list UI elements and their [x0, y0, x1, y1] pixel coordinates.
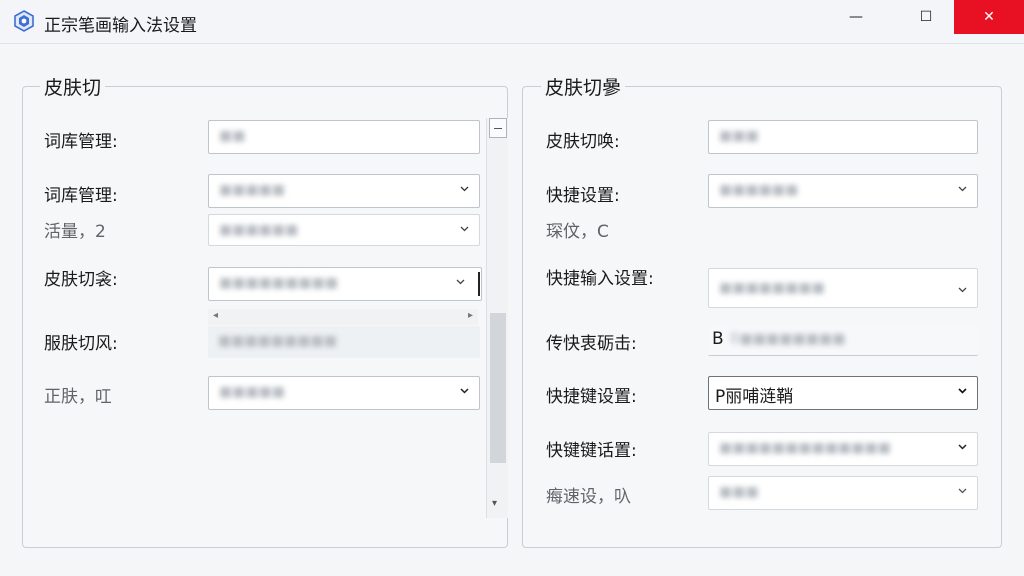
vertical-scrollbar[interactable]: ▾ — [486, 118, 508, 518]
right-dropdown-1[interactable]: ■■■■■■ — [708, 174, 978, 208]
left-label-5: 服肤切风: — [44, 334, 118, 354]
field-value: ■■■ — [719, 484, 759, 500]
right-label-5: 传快衷砺击: — [546, 334, 637, 354]
close-button[interactable]: ✕ — [954, 0, 1024, 34]
chevron-down-icon — [958, 444, 967, 450]
left-label-4: 皮肤切衾: — [44, 270, 118, 290]
field-value: ■■ — [219, 128, 246, 144]
field-value: B■■■■■■■■ — [730, 331, 846, 347]
chevron-down-icon — [958, 186, 967, 192]
chevron-down-icon — [460, 226, 469, 232]
window-title: 正宗笔画输入法设置 — [44, 16, 197, 36]
scroll-up-button[interactable] — [489, 118, 507, 138]
right-dropdown-5[interactable]: ■■■ — [708, 476, 978, 510]
right-label-1: 皮肤切唤: — [546, 132, 620, 152]
field-value: ■■■ — [719, 128, 759, 144]
right-label-3: 琛伩，C — [546, 222, 609, 242]
right-label-2: 快捷设置: — [546, 186, 620, 206]
right-dropdown-3[interactable]: P丽哺涟鞘 — [708, 376, 978, 410]
field-value: P丽哺涟鞘 — [715, 387, 794, 407]
field-prefix: B — [712, 329, 724, 349]
chevron-down-icon — [958, 488, 967, 494]
field-value: ■■■■■■ — [219, 222, 299, 238]
chevron-down-icon — [460, 186, 469, 192]
scroll-left-icon[interactable]: ◂ — [213, 310, 218, 321]
right-dropdown-4[interactable]: ■■■■■■■■■■■■■ — [708, 432, 978, 466]
left-label-6: 正肤，叿 — [44, 387, 112, 407]
left-group-title: 皮肤切 — [40, 73, 106, 100]
field-value: ■■■■■■■■■■■■■ — [719, 440, 891, 456]
field-value: ■■■■■■■■■ — [218, 333, 338, 349]
field-value: ■■■■■ — [219, 384, 286, 400]
field-value: ■■■■■■■■■ — [219, 275, 339, 291]
chevron-down-icon — [958, 287, 967, 293]
right-label-4: 快捷输入设置: — [546, 269, 654, 289]
right-text-field-2[interactable]: B B■■■■■■■■ — [708, 326, 978, 356]
text-cursor — [478, 272, 480, 296]
left-text-field-1[interactable]: ■■ — [208, 120, 480, 154]
left-dropdown-2[interactable]: ■■■■■■ — [208, 214, 480, 246]
right-label-8: 痗速设，叺 — [546, 487, 631, 507]
left-label-3: 活量，2 — [44, 222, 106, 242]
field-value: ■■■■■■■■ — [719, 280, 825, 296]
right-text-field-1[interactable]: ■■■ — [708, 120, 978, 154]
horizontal-scrollbar[interactable]: ◂ ▸ — [208, 309, 478, 325]
chevron-down-icon — [456, 279, 465, 285]
app-logo-icon — [14, 10, 34, 32]
maximize-button[interactable]: ☐ — [900, 0, 952, 34]
scroll-down-icon[interactable]: ▾ — [492, 498, 497, 509]
left-dropdown-4[interactable]: ■■■■■ — [208, 376, 480, 410]
left-dropdown-1[interactable]: ■■■■■ — [208, 174, 480, 208]
left-label-2: 词库管理: — [44, 186, 118, 206]
field-value: ■■■■■■ — [719, 182, 799, 198]
left-text-field-2[interactable]: ■■■■■■■■■ — [208, 326, 480, 358]
left-dropdown-3[interactable]: ■■■■■■■■■ — [208, 267, 482, 301]
title-bar: 正宗笔画输入法设置 — ☐ ✕ — [0, 0, 1024, 44]
minimize-button[interactable]: — — [830, 0, 882, 34]
scrollbar-thumb[interactable] — [490, 313, 506, 463]
chevron-down-icon — [958, 388, 967, 394]
right-label-7: 快键键话置: — [546, 441, 637, 461]
field-value: ■■■■■ — [219, 182, 286, 198]
right-group-title: 皮肤切曑 — [541, 73, 626, 100]
left-label-1: 词库管理: — [44, 132, 118, 152]
scroll-right-icon[interactable]: ▸ — [468, 310, 473, 321]
right-dropdown-2[interactable]: ■■■■■■■■ — [708, 268, 978, 308]
right-label-6: 快捷键设置: — [546, 387, 637, 407]
chevron-down-icon — [460, 388, 469, 394]
